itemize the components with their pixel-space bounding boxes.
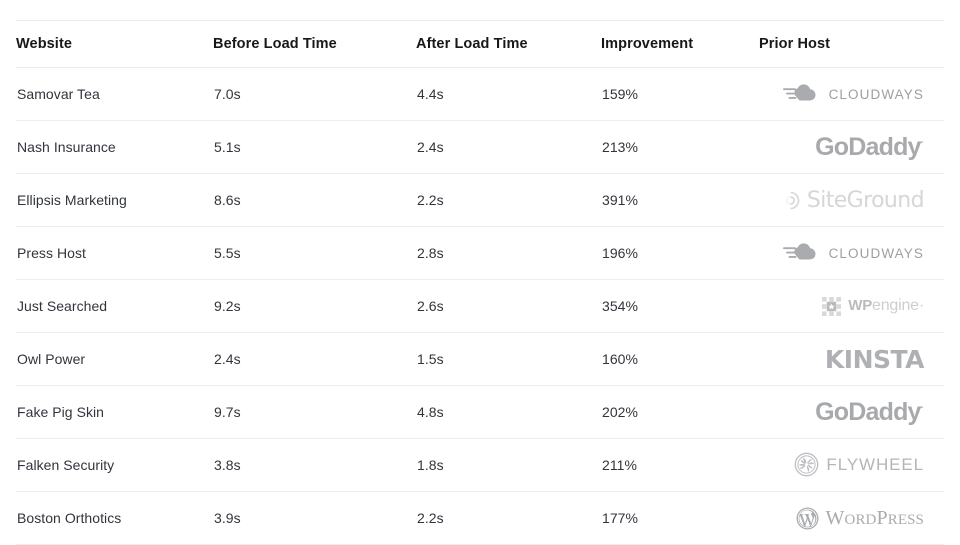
column-header-website: Website [16,20,213,68]
cell-before-load: 8.6s [213,173,416,227]
cell-website: Falken Security [16,438,213,492]
cell-after-load: 4.4s [416,67,601,121]
cell-before-load: 9.2s [213,279,416,333]
cell-website: Press Host [16,226,213,280]
flywheel-logo: FLYWHEEL [794,450,924,480]
cell-website: Fake Pig Skin [16,385,213,439]
godaddy-wordmark: GoDaddy· [815,397,924,426]
cell-website: Owl Power [16,332,213,386]
cell-before-load: 3.8s [213,438,416,492]
cell-improvement: 391% [601,173,759,227]
wordpress-logo: WORDPRESS [796,503,924,533]
cell-website: Just Searched [16,279,213,333]
cloudways-logo: CLOUDWAYS [782,79,924,109]
cell-before-load: 3.9s [213,491,416,545]
kinsta-wordmark: KINSTA [824,344,925,374]
table-row: Just Searched 9.2s 2.6s 354% WPengine· [16,279,944,333]
cloudways-logo: CLOUDWAYS [782,238,924,268]
cloudways-wordmark: CLOUDWAYS [828,86,924,102]
cell-after-load: 1.8s [416,438,601,492]
column-header-before-load: Before Load Time [213,20,416,68]
cell-prior-host: FLYWHEEL [759,438,944,492]
cell-website: Nash Insurance [16,120,213,174]
cell-prior-host: WORDPRESS [759,491,944,545]
cell-before-load: 2.4s [213,332,416,386]
column-header-after-load: After Load Time [416,20,601,68]
cell-before-load: 5.1s [213,120,416,174]
table-row: Fake Pig Skin 9.7s 4.8s 202% GoDaddy· [16,385,944,439]
cell-prior-host: GoDaddy· [759,385,944,439]
cell-prior-host: GoDaddy· [759,120,944,174]
cell-improvement: 354% [601,279,759,333]
page-root: Website Before Load Time After Load Time… [0,0,960,545]
column-header-prior-host: Prior Host [759,20,944,68]
cell-website: Boston Orthotics [16,491,213,545]
cell-improvement: 177% [601,491,759,545]
cell-prior-host: WPengine· [759,279,944,333]
wpengine-logo: WPengine· [822,291,924,321]
cell-before-load: 9.7s [213,385,416,439]
wordpress-wordmark: WORDPRESS [825,506,924,529]
cell-improvement: 213% [601,120,759,174]
table-row: Samovar Tea 7.0s 4.4s 159% CLOUDWAYS [16,67,944,121]
table-header: Website Before Load Time After Load Time… [16,20,944,68]
cell-website: Ellipsis Marketing [16,173,213,227]
cell-prior-host: CLOUDWAYS [759,226,944,280]
table-header-row: Website Before Load Time After Load Time… [16,20,944,68]
cell-improvement: 211% [601,438,759,492]
cell-after-load: 2.4s [416,120,601,174]
siteground-wordmark: SiteGround [806,187,925,213]
cell-improvement: 159% [601,67,759,121]
cell-after-load: 2.2s [416,491,601,545]
cell-improvement: 196% [601,226,759,280]
cell-after-load: 1.5s [416,332,601,386]
cell-improvement: 202% [601,385,759,439]
cell-before-load: 5.5s [213,226,416,280]
table-row: Boston Orthotics 3.9s 2.2s 177% WORDPRESS [16,491,944,545]
godaddy-logo: GoDaddy· [815,132,924,162]
siteground-logo: SiteGround [781,185,925,215]
godaddy-logo: GoDaddy· [815,397,924,427]
website-performance-table: Website Before Load Time After Load Time… [16,20,944,545]
table-row: Owl Power 2.4s 1.5s 160% KINSTA [16,332,944,386]
cell-after-load: 2.2s [416,173,601,227]
table-row: Falken Security 3.8s 1.8s 211% FLYWHEEL [16,438,944,492]
wpengine-wordmark: WPengine· [848,297,924,314]
cell-after-load: 2.8s [416,226,601,280]
column-header-improvement: Improvement [601,20,759,68]
cell-prior-host: KINSTA [759,332,944,386]
kinsta-logo: KINSTA [824,344,925,374]
table-row: Ellipsis Marketing 8.6s 2.2s 391% SiteGroun… [16,173,944,227]
cell-improvement: 160% [601,332,759,386]
cell-after-load: 2.6s [416,279,601,333]
cell-prior-host: CLOUDWAYS [759,67,944,121]
flywheel-wordmark: FLYWHEEL [826,454,924,474]
cell-before-load: 7.0s [213,67,416,121]
cell-prior-host: SiteGround [759,173,944,227]
table-body: Samovar Tea 7.0s 4.4s 159% CLOUDWAYS Nash I… [16,67,944,545]
table-row: Press Host 5.5s 2.8s 196% CLOUDWAYS [16,226,944,280]
cloudways-wordmark: CLOUDWAYS [828,245,924,261]
cell-website: Samovar Tea [16,67,213,121]
godaddy-wordmark: GoDaddy· [815,132,924,161]
table-row: Nash Insurance 5.1s 2.4s 213% GoDaddy· [16,120,944,174]
cell-after-load: 4.8s [416,385,601,439]
